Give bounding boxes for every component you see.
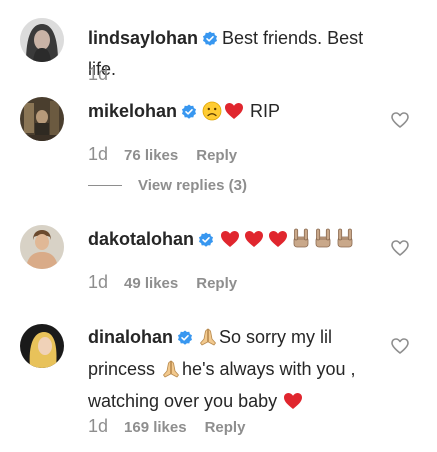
red-heart-emoji [267,229,289,257]
sad-face-emoji [202,101,222,129]
comment-text-block: dakotalohan [88,225,388,257]
comment-text: he's always with you , [182,359,356,379]
comment-text-block: lindsaylohan Best friends. Best life. [88,24,388,83]
replies-divider [88,185,122,186]
reply-button[interactable]: Reply [205,419,246,436]
red-heart-emoji [224,101,244,129]
comment-text-block: mikelohan RIP [88,97,388,129]
avatar[interactable] [20,324,64,368]
username[interactable]: dinalohan [88,327,173,347]
comment-text: So sorry my lil [219,327,333,347]
rock-on-hand-emoji [313,227,333,257]
view-replies-button[interactable]: View replies (3) [88,177,247,194]
comment-text: RIP [250,101,281,121]
comment-lindsaylohan: lindsaylohan Best friends. Best life. 1d [0,0,437,90]
rock-on-hand-emoji [335,227,355,257]
praying-hands-emoji [161,359,181,387]
reply-button[interactable]: Reply [196,275,237,292]
username[interactable]: mikelohan [88,101,177,121]
comment-meta: 1d 76 likes Reply [88,144,237,165]
timestamp[interactable]: 1d [88,416,108,437]
comment-text: watching over you baby [88,391,278,411]
heart-outline-icon[interactable] [390,110,410,130]
comment-mikelohan: mikelohan RIP 1d 76 likes Reply View rep… [0,90,437,205]
view-replies-label: View replies (3) [138,177,247,194]
likes-count[interactable]: 49 likes [124,275,178,292]
username[interactable]: dakotalohan [88,229,194,249]
heart-outline-icon[interactable] [390,336,410,356]
username[interactable]: lindsaylohan [88,28,198,48]
heart-outline-icon[interactable] [390,238,410,258]
avatar[interactable] [20,18,64,62]
verified-badge-icon [177,326,193,354]
comment-text-block: dinalohan So sorry my lil princess he's al… [88,323,388,419]
verified-badge-icon [198,228,214,256]
avatar[interactable] [20,225,64,269]
timestamp[interactable]: 1d [88,144,108,165]
avatar[interactable] [20,97,64,141]
verified-badge-icon [181,100,197,128]
likes-count[interactable]: 169 likes [124,419,187,436]
red-heart-emoji [219,229,241,257]
comment-dinalohan: dinalohan So sorry my lil princess he's al… [0,318,437,452]
comment-meta: 1d 49 likes Reply [88,272,237,293]
likes-count[interactable]: 76 likes [124,147,178,164]
timestamp[interactable]: 1d [88,272,108,293]
reply-button[interactable]: Reply [196,147,237,164]
comment-dakotalohan: dakotalohan 1d 49 likes Reply [0,218,437,308]
timestamp[interactable]: 1d [88,64,108,85]
comment-text: princess [88,359,156,379]
red-heart-emoji [283,391,303,419]
verified-badge-icon [202,27,218,55]
comment-meta: 1d 169 likes Reply [88,416,245,437]
rock-on-hand-emoji [291,227,311,257]
comment-meta: 1d [88,64,124,85]
praying-hands-emoji [198,327,218,355]
comments-thread: lindsaylohan Best friends. Best life. 1d … [0,0,437,452]
red-heart-emoji [243,229,265,257]
